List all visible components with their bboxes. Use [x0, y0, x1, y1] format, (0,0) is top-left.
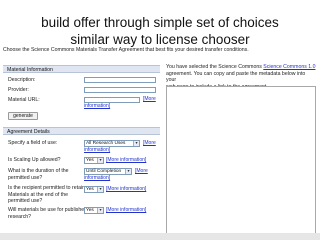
duration-select[interactable]: Until Completion ▼ [84, 168, 132, 175]
slide-title-line-1: build offer through simple set of choice… [41, 15, 279, 30]
slide-title-line-2: similar way to license chooser [70, 32, 250, 47]
instruction-text: Choose the Science Commons Materials Tra… [3, 47, 249, 53]
retain-materials-select[interactable]: Yes ▼ [84, 186, 104, 193]
field-of-use-label: Specify a field of use: [8, 140, 58, 146]
science-commons-link[interactable]: Science Commons 1.0 [263, 64, 315, 70]
published-research-label: Will materials be use for published rese… [8, 207, 87, 220]
provider-input[interactable] [84, 87, 156, 93]
summary-line-1: You have selected the Science Commons Sc… [166, 64, 316, 71]
published-research-value: Yes [86, 208, 94, 213]
scaling-up-label: Is Scaling Up allowed? [8, 157, 61, 163]
chevron-down-icon: ▼ [125, 169, 131, 174]
field-of-use-select[interactable]: All Research Uses ▼ [84, 140, 140, 147]
material-url-more-link[interactable]: [More [143, 96, 156, 103]
field-of-use-more-link[interactable]: [More [143, 140, 156, 147]
published-research-more-link[interactable]: [More information] [106, 207, 146, 214]
retain-materials-label: Is the recipient permitted to retain Mat… [8, 185, 85, 205]
provider-label: Provider: [8, 87, 29, 93]
slide-title: build offer through simple set of choice… [0, 14, 320, 48]
scaling-up-select[interactable]: Yes ▼ [84, 157, 104, 164]
retain-label-line-1: Is the recipient permitted to retain [8, 185, 85, 191]
published-label-line-1: Will materials be use for published [8, 207, 88, 213]
published-research-select[interactable]: Yes ▼ [84, 207, 104, 214]
bottom-bar [0, 233, 320, 240]
material-url-label: Material URL: [8, 97, 40, 103]
generate-button[interactable]: generate [8, 112, 38, 120]
retain-label-line-3: permitted use? [8, 198, 43, 204]
summary-line-1-prefix: You have selected the Science Commons [166, 64, 264, 70]
scaling-up-more-link[interactable]: [More information] [106, 157, 146, 164]
retain-materials-more-link[interactable]: [More information] [106, 186, 146, 193]
field-of-use-info-link[interactable]: information] [84, 147, 110, 154]
description-input[interactable] [84, 77, 156, 83]
screenshot-panel: Choose the Science Commons Materials Tra… [0, 47, 320, 240]
chevron-down-icon: ▼ [97, 208, 103, 213]
duration-label-line-1: What is the duration of the [8, 168, 69, 174]
duration-value: Until Completion [86, 169, 122, 174]
published-label-line-2: research? [8, 213, 32, 220]
duration-info-link[interactable]: information] [84, 175, 110, 182]
description-label: Description: [8, 77, 36, 83]
metadata-textarea[interactable] [166, 86, 316, 234]
chevron-down-icon: ▼ [97, 187, 103, 192]
duration-more-link[interactable]: [More [135, 168, 148, 175]
duration-label-line-2: permitted use? [8, 174, 43, 181]
chevron-down-icon: ▼ [133, 141, 139, 146]
agreement-details-header: Agreement Details [3, 127, 160, 135]
material-url-info-link[interactable]: information] [84, 103, 110, 110]
retain-materials-value: Yes [86, 187, 94, 192]
scaling-up-value: Yes [86, 158, 94, 163]
field-of-use-value: All Research Uses [86, 141, 126, 146]
material-information-header: Material Information [3, 65, 160, 73]
chevron-down-icon: ▼ [97, 158, 103, 163]
duration-label: What is the duration of the permitted us… [8, 168, 69, 181]
summary-line-2: agreement. You can copy and paste the me… [166, 70, 306, 84]
